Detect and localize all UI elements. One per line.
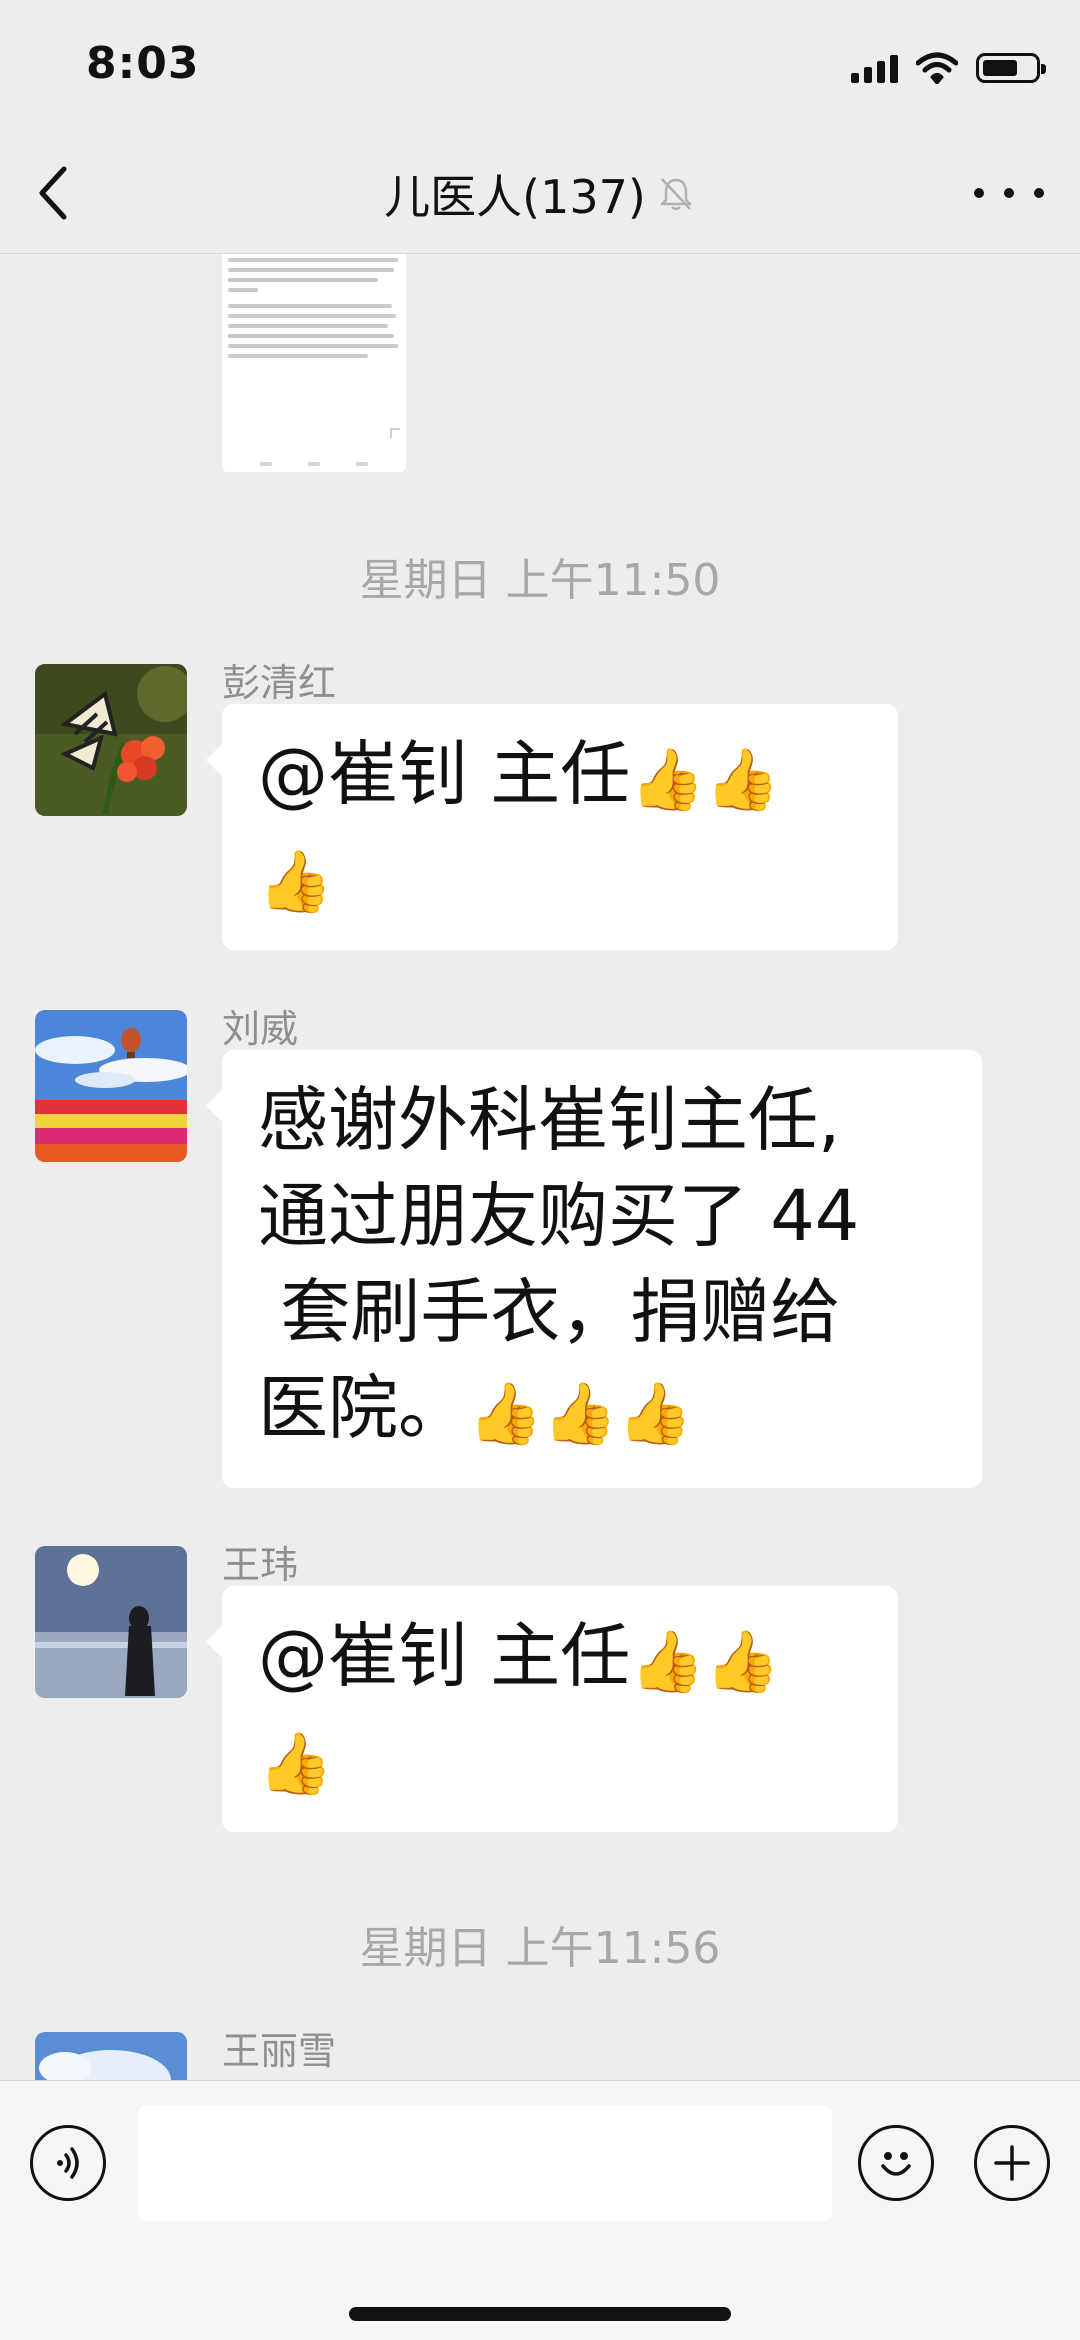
avatar[interactable] [35, 1546, 187, 1698]
message-text: @崔钊 主任 [258, 1615, 631, 1697]
document-image-message[interactable] [222, 254, 406, 472]
avatar[interactable] [35, 1010, 187, 1162]
thumbs-up-icon: 👍 [468, 1379, 543, 1449]
timestamp: 星期日 上午11:56 [359, 1923, 721, 1974]
cellular-signal-icon [851, 53, 898, 83]
avatar[interactable] [35, 2032, 187, 2080]
thumbs-up-icon: 👍 [630, 1627, 705, 1697]
more-actions-button[interactable] [974, 2125, 1050, 2201]
battery-icon [976, 53, 1046, 83]
message-text: 通过朋友购买了 44 [258, 1175, 860, 1257]
plus-icon [994, 2145, 1030, 2181]
status-bar: 8:03 [0, 0, 1080, 135]
message-bubble[interactable]: @崔钊 主任👍👍 👍 [206, 1586, 898, 1832]
message-text: 套刷手衣，捐赠给 [258, 1271, 841, 1353]
emoji-button[interactable] [858, 2125, 934, 2201]
voice-button[interactable] [30, 2125, 106, 2201]
sender-name: 王玮 [222, 1543, 299, 1587]
thumbs-up-icon: 👍 [630, 745, 705, 815]
message-bubble[interactable]: @崔钊 主任👍👍 👍 [206, 704, 898, 950]
sender-name: 彭清红 [222, 661, 337, 705]
avatar[interactable] [35, 664, 187, 816]
more-dots-icon [974, 188, 984, 198]
emoji-icon [881, 2152, 911, 2176]
status-icons [851, 48, 1046, 88]
thumbs-up-icon: 👍 [258, 1729, 333, 1799]
tulip-field-avatar [35, 1010, 187, 1162]
sender-name: 刘威 [222, 1007, 299, 1051]
thumbs-up-icon: 👍 [542, 1379, 618, 1449]
more-options-button[interactable] [974, 173, 1044, 213]
wifi-icon [916, 52, 958, 84]
message-text: 医院。 [258, 1367, 468, 1449]
status-time: 8:03 [86, 38, 200, 89]
timestamp: 星期日 上午11:50 [359, 555, 721, 606]
message-bubble[interactable]: 感谢外科崔钊主任, 通过朋友购买了 44 套刷手衣，捐赠给 医院。👍👍👍 [206, 1050, 982, 1488]
voice-icon [57, 2147, 79, 2179]
thumbs-up-icon: 👍 [617, 1379, 693, 1449]
input-bar [0, 2080, 1080, 2340]
sunset-lake-avatar [35, 1546, 187, 1698]
message-input[interactable] [138, 2105, 832, 2221]
home-indicator[interactable] [349, 2307, 731, 2321]
chat-header: 儿医人(137) [0, 135, 1080, 254]
bell-slash-icon [660, 178, 692, 211]
sky-avatar [35, 2032, 187, 2080]
sender-name: 王丽雪 [222, 2029, 337, 2073]
thumbs-up-icon: 👍 [258, 847, 333, 917]
chat-title: 儿医人(137) [384, 170, 646, 224]
butterfly-avatar [35, 664, 187, 816]
message-text: 感谢外科崔钊主任, [258, 1079, 841, 1161]
thumbs-up-icon: 👍 [704, 745, 780, 815]
thumbs-up-icon: 👍 [704, 1627, 780, 1697]
chat-messages[interactable]: 星期日 上午11:50 彭清红 @崔钊 主任👍👍 👍 刘威 感谢外科崔钊主任, … [0, 254, 1080, 2080]
message-text: @崔钊 主任 [258, 733, 631, 815]
